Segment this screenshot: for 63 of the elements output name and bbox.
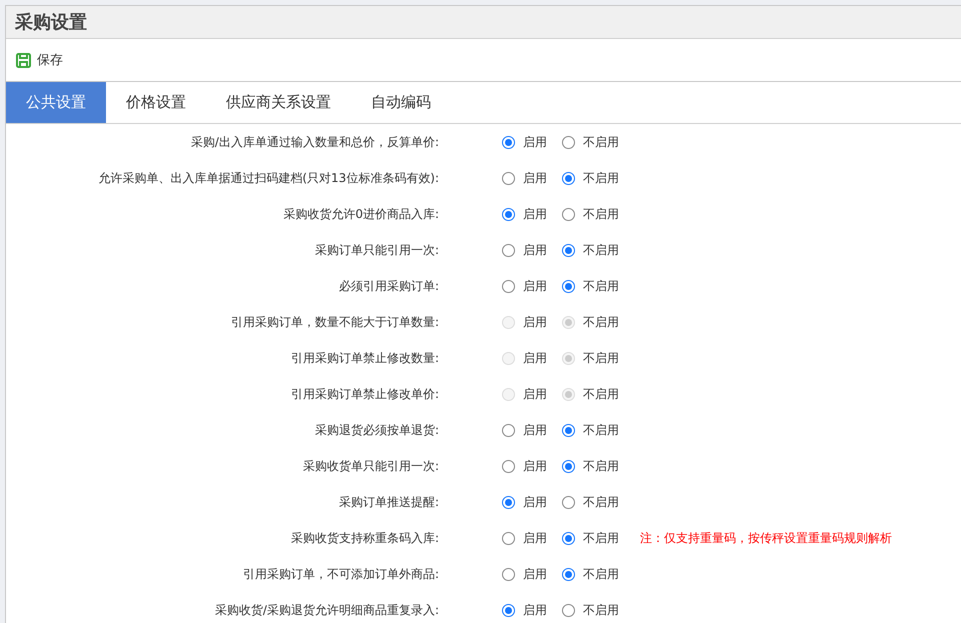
setting-label: 引用采购订单，不可添加订单外商品: [242,566,439,582]
option-label[interactable]: 启用 [523,458,547,474]
radio-button[interactable] [562,280,575,292]
radio-button[interactable] [562,208,575,220]
radio-button[interactable] [502,460,515,472]
setting-label: 引用采购订单禁止修改数量: [290,350,439,366]
radio-button[interactable] [562,532,575,544]
radio-button[interactable] [502,136,515,148]
setting-label: 采购收货/采购退货允许明细商品重复录入: [214,602,439,618]
radio-button[interactable] [562,244,575,256]
option-label[interactable]: 不启用 [583,458,619,474]
option-label[interactable]: 启用 [523,242,547,258]
option-label[interactable]: 启用 [523,494,547,510]
option-label[interactable]: 不启用 [583,530,619,546]
option-label[interactable]: 启用 [523,206,547,222]
option-label[interactable]: 启用 [523,278,547,294]
radio-button[interactable] [502,568,515,580]
option-label[interactable]: 启用 [523,134,547,150]
option-label[interactable]: 不启用 [583,206,619,222]
option-label[interactable]: 启用 [523,566,547,582]
page-title: 采购设置 [15,11,87,34]
option-label[interactable]: 不启用 [583,494,619,510]
setting-label: 采购退货必须按单退货: [314,422,439,438]
setting-label: 采购订单推送提醒: [338,494,439,510]
option-label[interactable]: 不启用 [583,170,619,186]
option-label[interactable]: 不启用 [583,134,619,150]
radio-button[interactable] [502,208,515,220]
setting-label: 引用采购订单，数量不能大于订单数量: [230,314,439,330]
option-label[interactable]: 启用 [523,422,547,438]
option-label[interactable]: 不启用 [583,566,619,582]
setting-label: 必须引用采购订单: [338,278,439,294]
option-label[interactable]: 启用 [523,170,547,186]
tab[interactable]: 公共设置 [6,82,106,123]
option-label[interactable]: 不启用 [583,602,619,618]
setting-label: 采购收货允许0进价商品入库: [283,206,439,222]
radio-button[interactable] [502,424,515,436]
option-label[interactable]: 启用 [523,602,547,618]
radio-button[interactable] [562,172,575,184]
radio-button[interactable] [562,460,575,472]
option-label[interactable]: 不启用 [583,278,619,294]
option-label[interactable]: 启用 [523,530,547,546]
radio-button[interactable] [562,568,575,580]
option-label[interactable]: 不启用 [583,242,619,258]
radio-button[interactable] [502,172,515,184]
setting-label: 引用采购订单禁止修改单价: [290,386,439,402]
radio-button[interactable] [562,136,575,148]
radio-button[interactable] [562,604,575,616]
setting-label: 采购/出入库单通过输入数量和总价，反算单价: [190,134,439,150]
setting-label: 采购订单只能引用一次: [314,242,439,258]
radio-button[interactable] [562,424,575,436]
save-icon [16,52,31,68]
setting-label: 采购收货单只能引用一次: [302,458,439,474]
radio-button[interactable] [562,496,575,508]
save-button[interactable]: 保存 [16,51,63,69]
note-text: 注：仅支持重量码，按传秤设置重量码规则解析 [640,530,892,546]
radio-button[interactable] [502,244,515,256]
radio-button[interactable] [502,496,515,508]
radio-button[interactable] [502,532,515,544]
setting-label: 采购收货支持称重条码入库: [290,530,439,546]
radio-button[interactable] [502,604,515,616]
option-label[interactable]: 不启用 [583,422,619,438]
radio-button[interactable] [502,280,515,292]
setting-label: 允许采购单、出入库单据通过扫码建档(只对13位标准条码有效): [98,170,439,186]
